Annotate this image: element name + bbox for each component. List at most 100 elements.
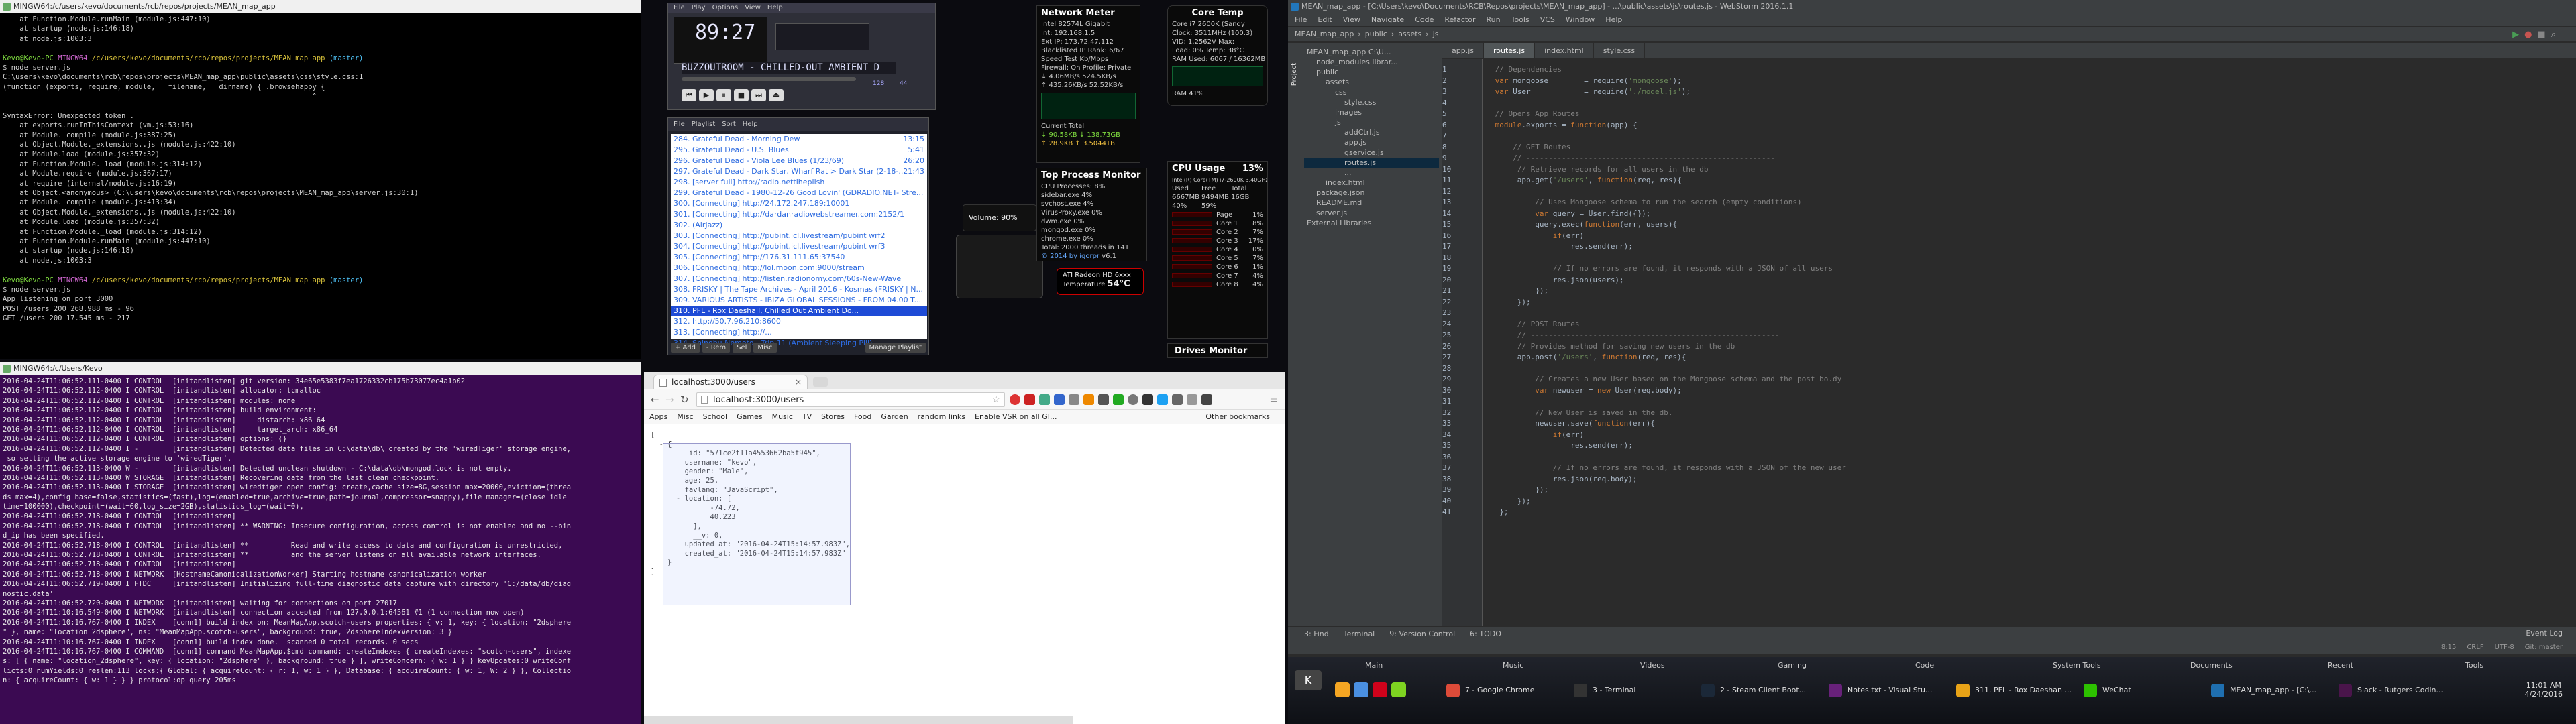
ide-menu-item[interactable]: Run bbox=[1487, 15, 1501, 24]
playlist-item[interactable]: 308. FRISKY | The Tape Archives - April … bbox=[671, 284, 927, 295]
winamp-playlist[interactable]: File Playlist Sort Help 13:15 284. Grateful … bbox=[667, 117, 929, 355]
winamp-menu-item[interactable]: Help bbox=[767, 4, 783, 11]
playlist-item[interactable]: 309. VARIOUS ARTISTS - IBIZA GLOBAL SESS… bbox=[671, 295, 927, 306]
ide-menu-item[interactable]: File bbox=[1295, 15, 1307, 24]
playlist-item[interactable]: 310. PFL - Rox Daeshall, Chilled Out Amb… bbox=[671, 306, 927, 316]
prev-icon[interactable]: ⏮ bbox=[682, 89, 696, 101]
extension-icon[interactable] bbox=[1128, 394, 1138, 405]
bottom-tool-button[interactable]: Terminal bbox=[1344, 629, 1375, 638]
manage-playlist-button[interactable]: Manage Playlist bbox=[865, 343, 926, 353]
pause-icon[interactable]: ⏸ bbox=[716, 89, 731, 101]
extension-icon[interactable] bbox=[1054, 394, 1065, 405]
project-tree-item[interactable]: node_modules librar... bbox=[1304, 57, 1439, 67]
project-tree-item[interactable]: package.json bbox=[1304, 188, 1439, 198]
breadcrumb-item[interactable]: assets bbox=[1398, 29, 1421, 38]
ide-menu-item[interactable]: Window bbox=[1566, 15, 1595, 24]
taskbar-window-button[interactable]: WeChat bbox=[2080, 680, 2202, 701]
project-tree-item[interactable]: app.js bbox=[1304, 137, 1439, 147]
winamp-menu-item[interactable]: File bbox=[674, 4, 685, 11]
start-button[interactable]: K bbox=[1295, 670, 1322, 690]
playlist-item[interactable]: 307. [Connecting] http://listen.radionom… bbox=[671, 274, 927, 284]
top-terminal-window[interactable]: MINGW64:/c/users/kevo/documents/rcb/repo… bbox=[0, 0, 641, 359]
playlist-button[interactable]: - Rem bbox=[702, 343, 731, 353]
ide-menu-item[interactable]: Navigate bbox=[1371, 15, 1404, 24]
bookmark-item[interactable]: Apps bbox=[649, 412, 667, 421]
playlist-item[interactable]: 13:15 284. Grateful Dead - Morning Dew bbox=[671, 134, 927, 145]
stop-run-icon[interactable]: ■ bbox=[2537, 29, 2545, 40]
back-icon[interactable]: ← bbox=[651, 394, 659, 406]
breadcrumb-item[interactable]: public bbox=[1365, 29, 1387, 38]
extension-icon[interactable] bbox=[1157, 394, 1168, 405]
project-tree-item[interactable]: README.md bbox=[1304, 198, 1439, 208]
winamp-menu-item[interactable]: Play bbox=[692, 4, 706, 11]
pinned-app-icon[interactable] bbox=[1335, 682, 1350, 697]
reload-icon[interactable]: ↻ bbox=[680, 394, 689, 406]
project-tool-button[interactable]: Project bbox=[1291, 63, 1298, 86]
bottom-terminal-window[interactable]: MINGW64:/c/Users/Kevo 2016-04-24T11:06:5… bbox=[0, 362, 641, 724]
extension-icon[interactable] bbox=[1098, 394, 1109, 405]
project-panel[interactable]: MEAN_map_app C:\U... node_modules librar.… bbox=[1301, 43, 1442, 626]
next-icon[interactable]: ⏭ bbox=[751, 89, 766, 101]
project-tree-item[interactable]: MEAN_map_app C:\U... bbox=[1304, 47, 1439, 57]
playlist-button[interactable]: + Add bbox=[671, 343, 700, 353]
breadcrumb-item[interactable]: MEAN_map_app bbox=[1295, 29, 1354, 38]
taskbar-category[interactable]: System Tools bbox=[2053, 661, 2101, 670]
ide-menu-item[interactable]: Tools bbox=[1511, 15, 1529, 24]
bottom-tool-button[interactable]: 3: Find bbox=[1304, 629, 1329, 638]
playlist-item[interactable]: 301. [Connecting] http://dardanradiowebs… bbox=[671, 209, 927, 220]
playlist-item[interactable]: 306. [Connecting] http://lol.moon.com:90… bbox=[671, 263, 927, 274]
extension-icon[interactable] bbox=[1187, 394, 1197, 405]
other-bookmarks[interactable]: Other bookmarks bbox=[1205, 410, 1270, 424]
ide-menu-item[interactable]: Help bbox=[1605, 15, 1622, 24]
playlist-menu-item[interactable]: Playlist bbox=[692, 121, 716, 128]
bookmark-item[interactable]: School bbox=[703, 412, 728, 421]
taskbar-category[interactable]: Main bbox=[1365, 661, 1383, 670]
ide-menu-item[interactable]: VCS bbox=[1540, 15, 1555, 24]
winamp-menu-item[interactable]: Options bbox=[712, 4, 739, 11]
project-tree-item[interactable]: index.html bbox=[1304, 178, 1439, 188]
playlist-item[interactable]: 26:20 296. Grateful Dead - Viola Lee Blue… bbox=[671, 156, 927, 166]
taskbar-window-button[interactable]: 2 - Steam Client Boot... bbox=[1697, 680, 1819, 701]
winamp-menu-item[interactable]: View bbox=[745, 4, 761, 11]
top-terminal-output[interactable]: at Function.Module.runMain (module.js:44… bbox=[0, 13, 641, 359]
bookmark-item[interactable]: Enable VSR on all GI... bbox=[975, 412, 1057, 421]
bookmark-item[interactable]: Misc bbox=[677, 412, 693, 421]
code-editor[interactable]: 1 // Dependencies 2 var mongoose = require(… bbox=[1442, 64, 2563, 626]
project-tree-item[interactable]: External Libraries bbox=[1304, 218, 1439, 228]
extension-icon[interactable] bbox=[1039, 394, 1050, 405]
debug-icon[interactable]: ● bbox=[2524, 29, 2532, 40]
taskbar-window-button[interactable]: Slack - Rutgers Codin... bbox=[2334, 680, 2457, 701]
playlist-item[interactable]: 21:43 297. Grateful Dead - Dark Star, Wha… bbox=[671, 166, 927, 177]
top-process-link[interactable]: © 2014 by igorpr bbox=[1041, 253, 1099, 260]
playlist-item[interactable]: 305. [Connecting] http://176.31.111.65:3… bbox=[671, 252, 927, 263]
bookmark-item[interactable]: Music bbox=[772, 412, 793, 421]
chrome-menu-icon[interactable]: ≡ bbox=[1269, 394, 1278, 406]
editor-tab[interactable]: index.html bbox=[1535, 43, 1594, 58]
tab-localhost-users[interactable]: localhost:3000/users × bbox=[653, 375, 808, 389]
playlist-item[interactable]: 300. [Connecting] http://24.172.247.189:… bbox=[671, 198, 927, 209]
taskbar-window-button[interactable]: 7 - Google Chrome bbox=[1442, 680, 1564, 701]
playlist-item[interactable]: 298. [server full] http://radio.nettihep… bbox=[671, 177, 927, 188]
playlist-item[interactable]: 312. http://50.7.96.210:8600 bbox=[671, 316, 927, 327]
project-tree-item[interactable]: addCtrl.js bbox=[1304, 127, 1439, 137]
search-icon[interactable]: ⌕ bbox=[2551, 29, 2556, 40]
ide-menu-item[interactable]: Refactor bbox=[1444, 15, 1475, 24]
playlist-list[interactable]: 13:15 284. Grateful Dead - Morning Dew 5:4… bbox=[671, 134, 927, 347]
bookmark-item[interactable]: TV bbox=[802, 412, 812, 421]
bottom-terminal-output[interactable]: 2016-04-24T11:06:52.111-0400 I CONTROL [… bbox=[0, 375, 641, 724]
extension-icon[interactable] bbox=[1024, 394, 1035, 405]
playlist-menu-item[interactable]: File bbox=[674, 121, 685, 128]
editor-tab[interactable]: app.js bbox=[1442, 43, 1484, 58]
clock-time[interactable]: 11:01 AM bbox=[2525, 681, 2563, 690]
bottom-tool-button[interactable]: 9: Version Control bbox=[1389, 629, 1455, 638]
extension-icon[interactable] bbox=[1083, 394, 1094, 405]
taskbar-window-button[interactable]: Notes.txt - Visual Stu... bbox=[1825, 680, 1947, 701]
stop-icon[interactable]: ■ bbox=[734, 89, 749, 101]
taskbar-window-button[interactable]: 3 - Terminal bbox=[1570, 680, 1692, 701]
bookmark-item[interactable]: Garden bbox=[881, 412, 908, 421]
chrome-horizontal-scrollbar[interactable] bbox=[644, 716, 1073, 724]
address-bar[interactable]: localhost:3000/users ☆ bbox=[696, 392, 1005, 407]
page-info-icon[interactable] bbox=[701, 396, 708, 404]
run-icon[interactable]: ▶ bbox=[2512, 29, 2519, 40]
taskbar-category[interactable]: Music bbox=[1503, 661, 1523, 670]
